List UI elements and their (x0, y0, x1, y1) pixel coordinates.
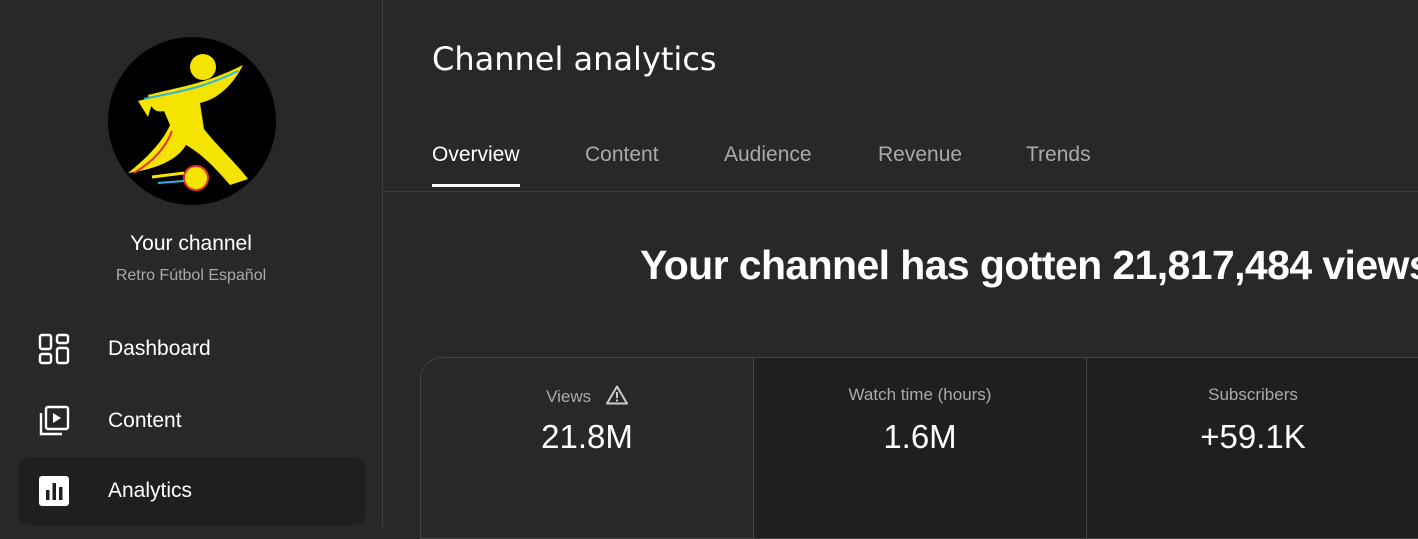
metric-label-row: Views (421, 385, 753, 407)
tab-revenue[interactable]: Revenue (878, 143, 962, 187)
tab-bar: Overview Content Audience Revenue Trends (383, 130, 1418, 192)
metric-value: +59.1K (1200, 418, 1306, 455)
warning-icon[interactable] (605, 385, 628, 405)
metric-label: Watch time (hours) (848, 385, 992, 404)
metric-card-watch-time[interactable]: Watch time (hours) 1.6M (754, 358, 1087, 538)
channel-logo-icon (128, 54, 248, 191)
analytics-icon (39, 476, 69, 506)
metric-label: Views (546, 387, 592, 406)
main-panel: Channel analytics Overview Content Audie… (383, 0, 1418, 539)
metric-card-views[interactable]: Views 21.8M (421, 358, 754, 538)
tab-overview[interactable]: Overview (432, 143, 520, 187)
tab-trends[interactable]: Trends (1026, 143, 1091, 187)
metric-card-subscribers[interactable]: Subscribers +59.1K (1087, 358, 1418, 538)
metric-label: Subscribers (1208, 385, 1298, 404)
channel-avatar[interactable] (108, 37, 276, 205)
metric-cards: Views 21.8M Watch time (hours) 1.6M Subs… (420, 357, 1418, 539)
sidebar-item-analytics[interactable]: Analytics (18, 457, 365, 525)
sidebar-item-label: Analytics (108, 479, 193, 502)
content-icon (39, 405, 70, 436)
channel-title: Your channel (130, 232, 252, 255)
metric-value: 21.8M (541, 418, 633, 455)
channel-name: Retro Fútbol Español (115, 267, 267, 284)
sidebar: Your channel Retro Fútbol Español Dashbo… (0, 0, 383, 527)
views-headline: Your channel has gotten 21,817,484 views (640, 242, 1418, 288)
sidebar-item-label: Dashboard (108, 337, 211, 360)
tab-audience[interactable]: Audience (724, 143, 812, 187)
tab-content[interactable]: Content (585, 143, 659, 187)
sidebar-item-dashboard[interactable]: Dashboard (18, 315, 365, 383)
sidebar-item-label: Content (108, 409, 182, 432)
page-title: Channel analytics (432, 40, 717, 78)
sidebar-item-content[interactable]: Content (18, 387, 365, 455)
metric-value: 1.6M (883, 418, 957, 455)
dashboard-icon (38, 333, 70, 365)
